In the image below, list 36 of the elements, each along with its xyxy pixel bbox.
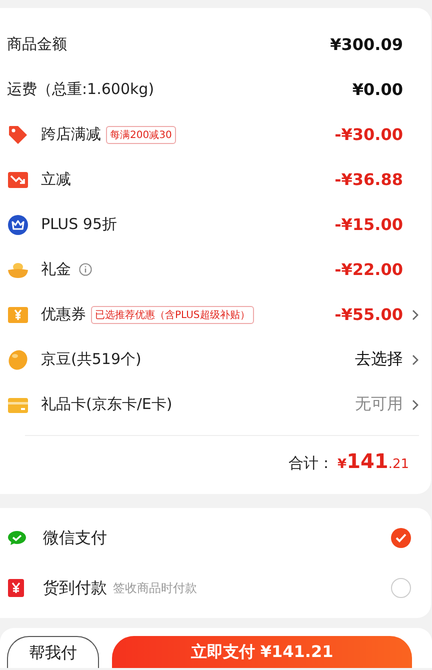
- row-label: 立减: [41, 170, 71, 189]
- row-amount: ¥0.00: [352, 80, 403, 99]
- row-label: 运费（总重:1.600kg): [7, 80, 154, 99]
- row-label: 优惠券: [41, 305, 86, 324]
- total-currency: ¥: [338, 456, 347, 474]
- total-decimal: .21: [388, 456, 409, 474]
- bean-icon: [7, 348, 29, 370]
- row-amount[interactable]: 去选择: [355, 349, 403, 370]
- row-label: 京豆(共519个): [41, 350, 142, 369]
- row-amount: -¥36.88: [334, 170, 403, 189]
- row-amount: -¥22.00: [334, 260, 403, 279]
- row-label: PLUS 95折: [41, 215, 118, 234]
- payment-note: 签收商品时付款: [113, 580, 197, 596]
- row-label: 商品金额: [7, 35, 67, 54]
- total-label: 合计：: [288, 453, 334, 474]
- row-label: 礼金: [41, 260, 71, 279]
- promo-tag: 已选推荐优惠（含PLUS超级补贴）: [91, 306, 254, 324]
- check-icon: [395, 533, 407, 543]
- total-amount: 141: [346, 448, 388, 475]
- pay-now-button[interactable]: 立即支付 ¥141.21: [112, 636, 412, 668]
- promo-tag: 每满200减30: [106, 126, 176, 144]
- row-label: 礼品卡(京东卡/E卡): [41, 395, 172, 414]
- row-amount: -¥30.00: [334, 125, 403, 144]
- payment-option[interactable]: 微信支付: [43, 528, 107, 548]
- row-amount: -¥15.00: [334, 215, 403, 234]
- row-label: 跨店满减: [41, 125, 101, 144]
- tag-icon: [7, 124, 29, 146]
- help-pay-button[interactable]: 帮我付: [7, 636, 99, 668]
- chat-bubble-icon: [7, 528, 27, 548]
- row-amount[interactable]: -¥55.00: [334, 305, 403, 324]
- row-amount: ¥300.09: [330, 35, 403, 54]
- payment-option[interactable]: 货到付款: [43, 578, 107, 598]
- crown-icon: [7, 214, 29, 236]
- radio-button[interactable]: [391, 528, 411, 548]
- cash-icon: [7, 578, 25, 598]
- radio-button[interactable]: [391, 578, 411, 598]
